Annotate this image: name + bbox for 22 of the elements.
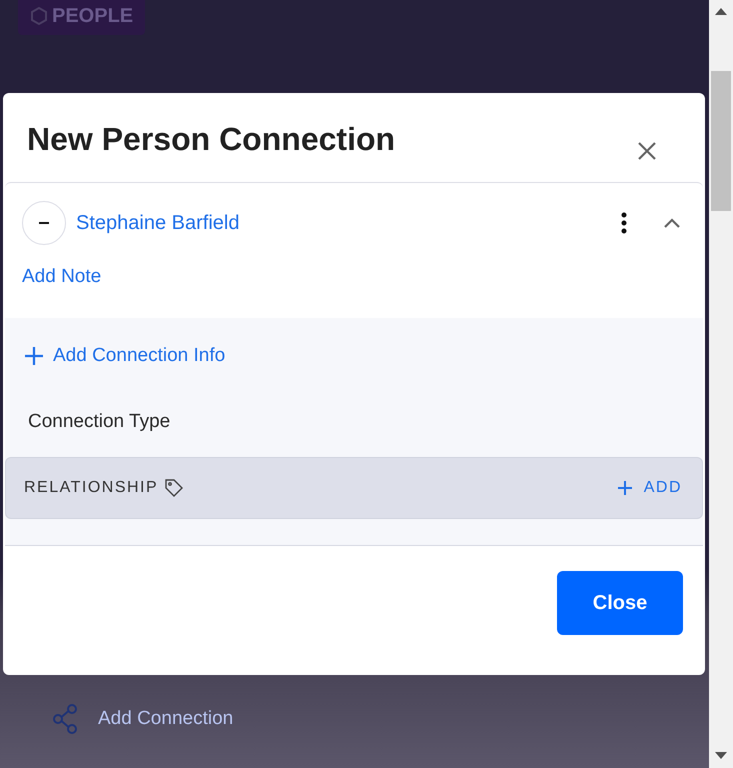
plus-icon	[618, 480, 632, 494]
scrollbar[interactable]	[709, 0, 733, 768]
tag-icon	[164, 478, 184, 498]
share-icon	[52, 703, 80, 735]
scroll-down-icon[interactable]	[715, 752, 727, 759]
chevron-up-icon[interactable]	[663, 218, 681, 228]
close-icon[interactable]	[637, 141, 657, 161]
close-button[interactable]: Close	[557, 570, 683, 634]
add-connection-info-link[interactable]: Add Connection Info	[25, 342, 703, 370]
add-button[interactable]: ADD	[618, 476, 682, 500]
scroll-up-icon[interactable]	[715, 8, 727, 15]
minus-icon	[39, 222, 49, 224]
add-connection-link[interactable]: Add Connection	[98, 704, 234, 734]
tag-label: RELATIONSHIP	[24, 478, 158, 498]
people-badge: PEOPLE	[18, 0, 146, 35]
dialog-title: New Person Connection	[27, 120, 396, 159]
more-icon[interactable]	[621, 212, 627, 234]
person-name-link[interactable]: Stephaine Barfield	[76, 208, 240, 238]
plus-icon	[25, 346, 43, 365]
section-label: Connection Type	[28, 410, 172, 434]
add-note-link[interactable]: Add Note	[22, 263, 102, 292]
scroll-thumb[interactable]	[711, 71, 731, 211]
